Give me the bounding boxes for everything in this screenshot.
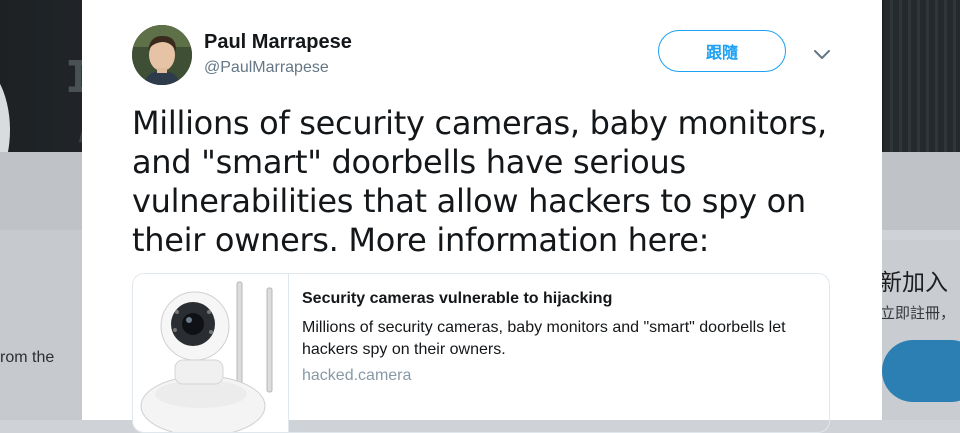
tweet-text: Millions of security cameras, baby monit… xyxy=(132,104,827,259)
card-domain: hacked.camera xyxy=(302,367,412,384)
tweet-card: Paul Marrapese @PaulMarrapese 跟隨 Million… xyxy=(82,0,882,433)
author-avatar[interactable] xyxy=(132,25,192,85)
more-options-button[interactable] xyxy=(811,44,833,66)
signup-button[interactable] xyxy=(882,340,960,402)
bio-text-snippet: rom the xyxy=(0,349,55,366)
link-preview-card[interactable]: Security cameras vulnerable to hijacking… xyxy=(132,273,830,433)
card-title: Security cameras vulnerable to hijacking xyxy=(302,290,613,307)
signup-title: 新加入 xyxy=(879,269,948,295)
card-thumbnail xyxy=(133,274,289,432)
card-description: Millions of security cameras, baby monit… xyxy=(302,319,786,358)
avatar-photo xyxy=(132,25,192,85)
bio-card xyxy=(0,230,82,420)
author-handle[interactable]: @PaulMarrapese xyxy=(204,59,329,77)
signup-subtitle: 立即註冊， xyxy=(880,305,956,322)
author-name[interactable]: Paul Marrapese xyxy=(204,31,352,54)
chevron-down-icon xyxy=(814,50,830,59)
camera-thumbnail xyxy=(140,281,273,432)
follow-button[interactable]: 跟隨 xyxy=(658,30,786,72)
